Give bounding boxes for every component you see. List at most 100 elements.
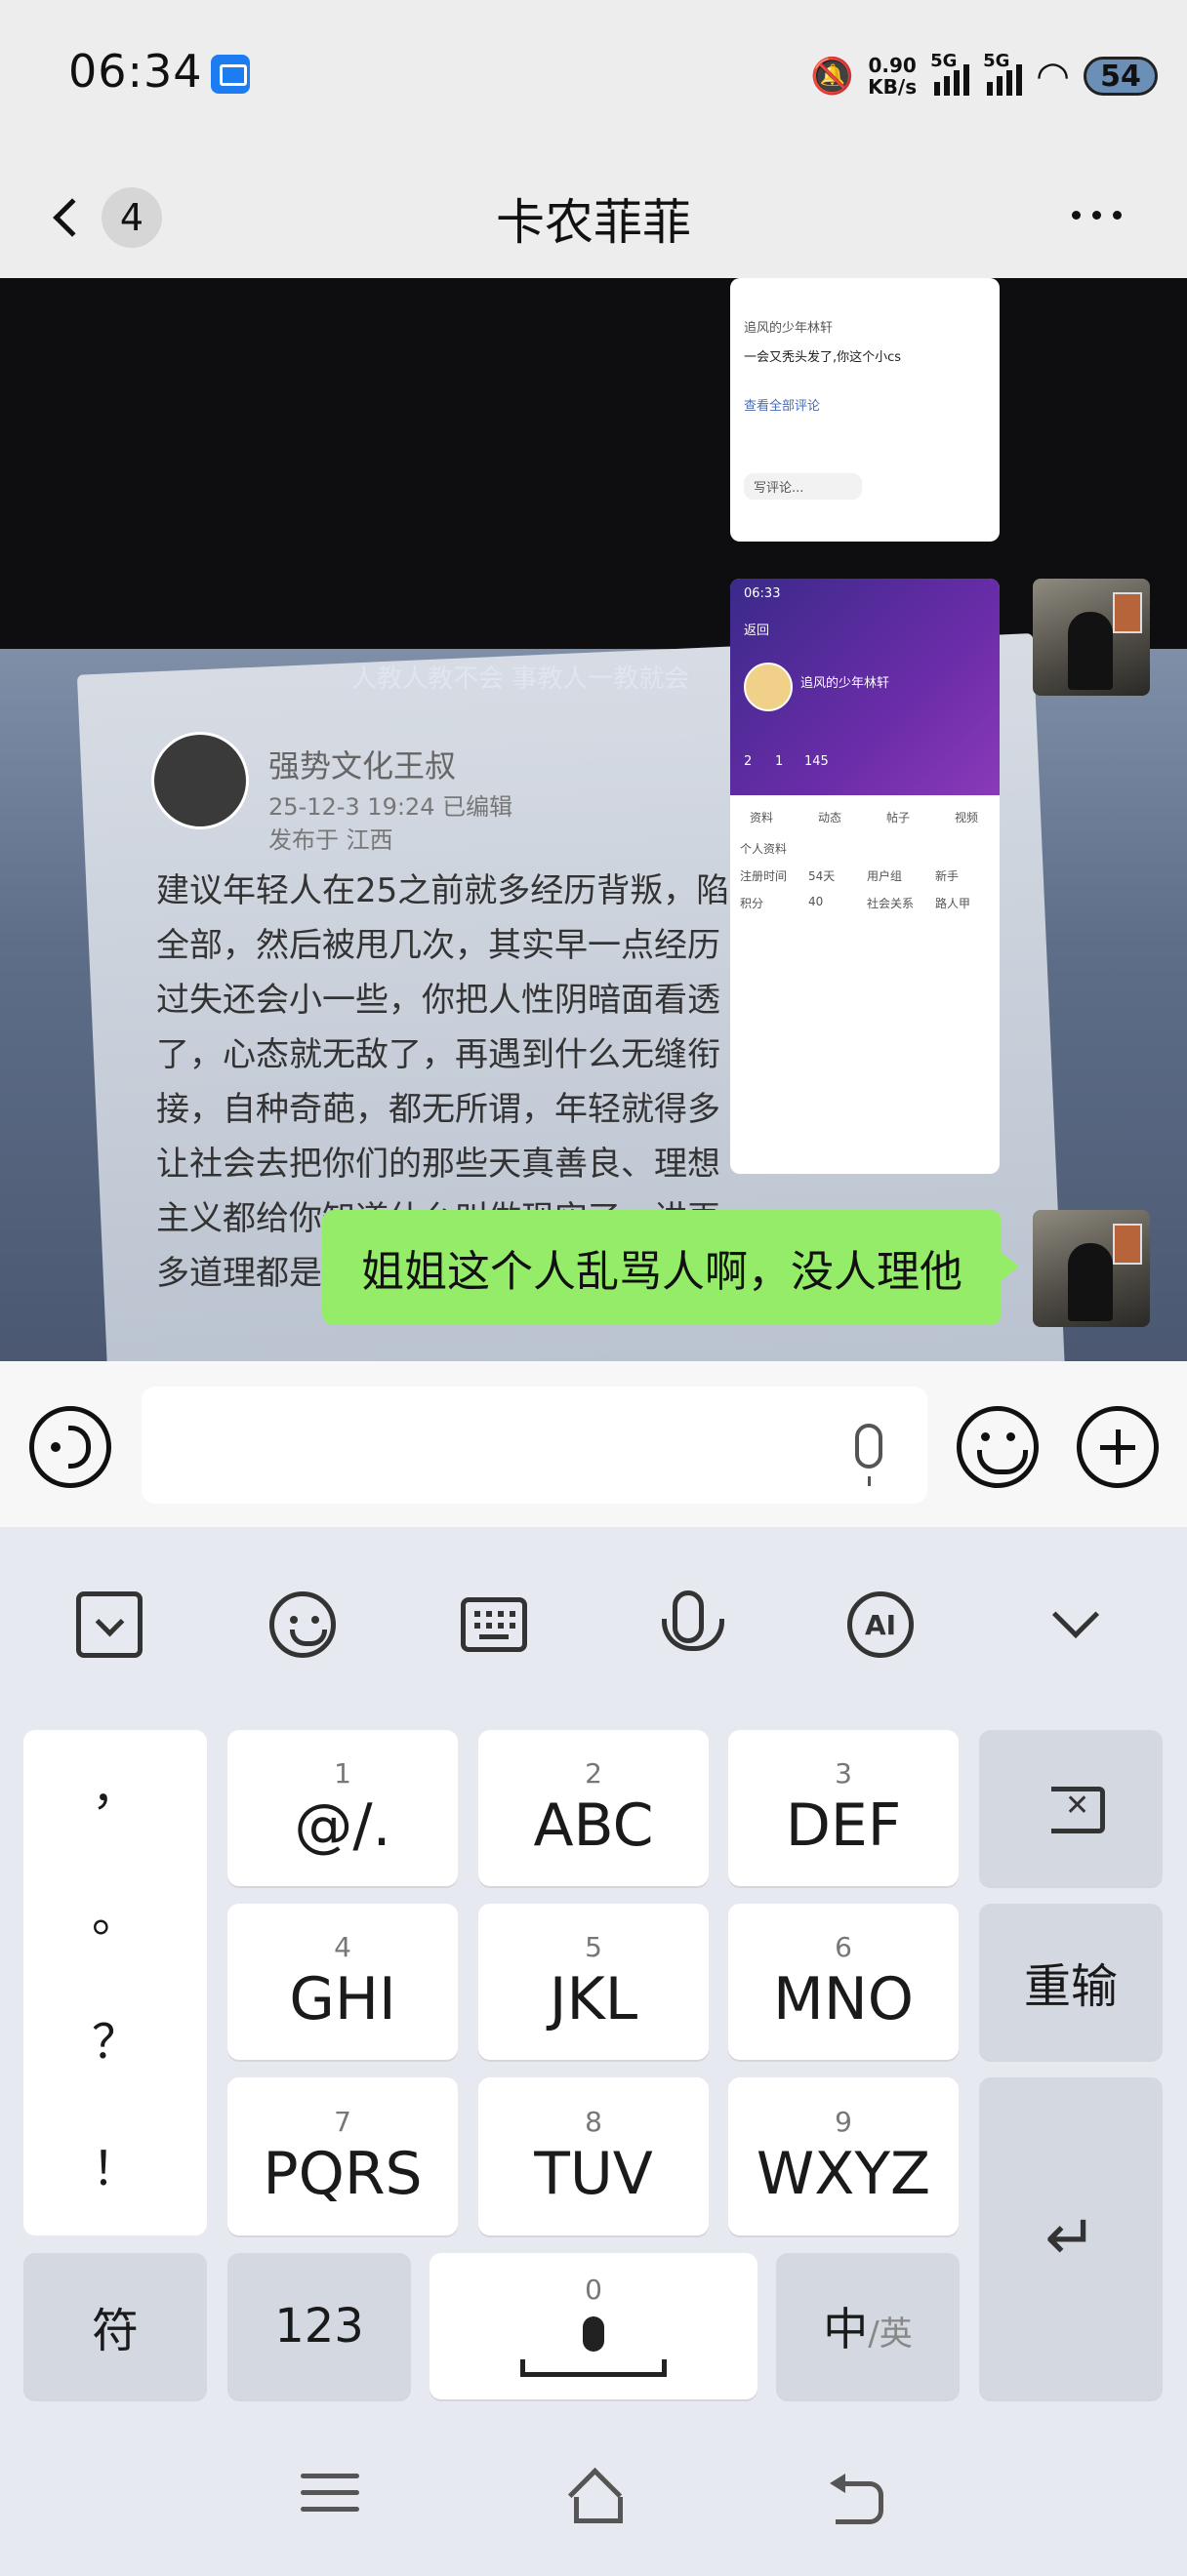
screenshot1-input-hint: 写评论... [744, 473, 863, 500]
microphone-icon [583, 2316, 604, 2352]
chat-header: 卡农菲菲 4 [0, 156, 1187, 278]
keyboard-layout-button[interactable] [455, 1586, 533, 1664]
mute-icon: 🔕 [810, 57, 855, 97]
screenshot2-tab: 帖子 [886, 811, 911, 825]
reset-key[interactable]: 重输 [979, 1904, 1163, 2060]
backspace-key[interactable] [979, 1730, 1163, 1886]
menu-nav-button[interactable] [301, 2474, 359, 2522]
space-key[interactable]: 0 [430, 2253, 757, 2399]
chat-messages-area[interactable]: 人教人教不会 事教人一教就会 强势文化王叔 25-12-3 19:24 已编辑 … [0, 278, 1187, 1361]
key-9[interactable]: 9 WXYZ [728, 2077, 959, 2235]
key-number: 8 [585, 2106, 602, 2138]
system-navigation-bar [0, 2415, 1187, 2576]
home-nav-button[interactable] [564, 2474, 623, 2523]
backspace-icon [1036, 1787, 1106, 1833]
status-bar: 06:34 🔕 0.90 KB/s 5G 5G ◠ 54 [0, 0, 1187, 156]
key-8[interactable]: 8 TUV [478, 2077, 709, 2235]
screenshot2-field: 用户组 [867, 869, 903, 883]
chevron-down-icon [1051, 1590, 1100, 1639]
punctuation-column[interactable]: ， 。 ？ ！ [23, 1730, 207, 2235]
network-speed: 0.90 KB/s [868, 55, 917, 98]
screenshot2-stat-3: 145 [804, 754, 829, 769]
key-number: 9 [835, 2106, 852, 2138]
key-5[interactable]: 5 JKL [478, 1904, 709, 2060]
self-avatar[interactable] [1033, 579, 1150, 696]
key-number: 4 [334, 1931, 351, 1963]
screenshot2-back: 返回 [744, 624, 770, 638]
screenshot1-comment: 一会又秃头发了,你这个小cs [744, 350, 902, 365]
key-number: 1 [334, 1757, 351, 1790]
reset-key-label: 重输 [1023, 1959, 1118, 2014]
microphone-icon[interactable] [855, 1424, 882, 1486]
image-message-screenshot-2[interactable]: 06:33 返回 追风的少年林轩 2 1 145 资料 动态 帖子 视频 个人资… [730, 579, 1000, 1174]
emoji-button[interactable] [957, 1406, 1039, 1488]
message-input-bar [0, 1361, 1187, 1527]
keyboard-hide-button[interactable] [1037, 1586, 1115, 1664]
lang-sub-label: /英 [868, 2314, 913, 2354]
wifi-icon: ◠ [1036, 54, 1070, 99]
screenshot2-section: 个人资料 [740, 842, 788, 856]
key-letters: GHI [289, 1965, 396, 2033]
self-avatar[interactable] [1033, 1210, 1150, 1327]
key-2[interactable]: 2 ABC [478, 1730, 709, 1886]
screenshot1-user: 追风的少年林轩 [744, 321, 834, 336]
key-1[interactable]: 1 @/. [227, 1730, 458, 1886]
more-actions-button[interactable] [1077, 1406, 1159, 1488]
enter-icon: ↵ [1044, 2202, 1097, 2274]
space-key-number: 0 [585, 2274, 602, 2306]
keyboard-emoji-button[interactable] [264, 1586, 342, 1664]
enter-key[interactable]: ↵ [979, 2077, 1163, 2399]
key-4[interactable]: 4 GHI [227, 1904, 458, 2060]
screenshot2-avatar [744, 663, 793, 711]
symbol-key[interactable]: 符 [23, 2253, 207, 2399]
voice-mode-button[interactable] [29, 1406, 111, 1488]
screenshot2-field: 40 [808, 895, 824, 908]
signal-sim2-icon: 5G [983, 51, 1023, 96]
punct-key-question[interactable]: ？ [23, 2003, 207, 2072]
language-switch-key[interactable]: 中/英 [776, 2253, 960, 2399]
ai-icon: AI [847, 1591, 914, 1658]
text-message-bubble[interactable]: 姐姐这个人乱骂人啊，没人理他 [322, 1210, 1019, 1325]
key-letters: JKL [549, 1965, 638, 2033]
screen-record-icon [211, 55, 250, 94]
screenshot2-field: 54天 [808, 869, 836, 883]
punct-key-exclamation[interactable]: ！ [23, 2130, 207, 2198]
image-message-screenshot-1[interactable]: 追风的少年林轩 一会又秃头发了,你这个小cs 查看全部评论 写评论... [730, 278, 1000, 542]
background-post-edited: 已编辑 [442, 793, 513, 821]
key-letters: TUV [534, 2140, 653, 2208]
screenshot2-field: 新手 [935, 869, 960, 883]
background-author-name: 强势文化王叔 [268, 747, 457, 785]
screenshot2-field: 积分 [740, 897, 764, 910]
battery-indicator: 54 [1084, 57, 1158, 96]
key-6[interactable]: 6 MNO [728, 1904, 959, 2060]
keyboard-ai-button[interactable]: AI [841, 1586, 920, 1664]
key-3[interactable]: 3 DEF [728, 1730, 959, 1886]
key-letters: MNO [773, 1965, 914, 2033]
screenshot2-stat-1: 2 [744, 754, 753, 769]
key-number: 2 [585, 1757, 602, 1790]
message-input[interactable] [142, 1387, 927, 1504]
keyboard-voice-button[interactable] [649, 1586, 727, 1664]
numeric-key[interactable]: 123 [227, 2253, 411, 2399]
punct-key-comma[interactable]: ， [23, 1750, 207, 1818]
status-time: 06:34 [68, 45, 203, 98]
key-letters: PQRS [263, 2140, 423, 2208]
back-button[interactable]: 4 [47, 183, 164, 252]
screenshot2-field: 社会关系 [867, 897, 915, 910]
more-options-button[interactable] [1072, 200, 1130, 229]
status-indicators: 🔕 0.90 KB/s 5G 5G ◠ 54 [810, 49, 1158, 103]
back-nav-button[interactable] [828, 2474, 886, 2524]
chevron-left-icon [53, 198, 92, 237]
background-post-location: 发布于 江西 [268, 826, 393, 854]
background-banner-text: 人教人教不会 事教人一教就会 [351, 664, 690, 694]
keyboard-icon [461, 1597, 527, 1652]
net-speed-value: 0.90 [868, 54, 917, 77]
screenshot2-field: 注册时间 [740, 869, 788, 883]
symbol-key-label: 符 [91, 2304, 139, 2358]
net-speed-unit: KB/s [868, 75, 918, 99]
key-number: 6 [835, 1931, 852, 1963]
keyboard-collapse-toolbar-button[interactable] [70, 1586, 148, 1664]
key-number: 7 [334, 2106, 351, 2138]
key-7[interactable]: 7 PQRS [227, 2077, 458, 2235]
punct-key-period[interactable]: 。 [23, 1876, 207, 1945]
